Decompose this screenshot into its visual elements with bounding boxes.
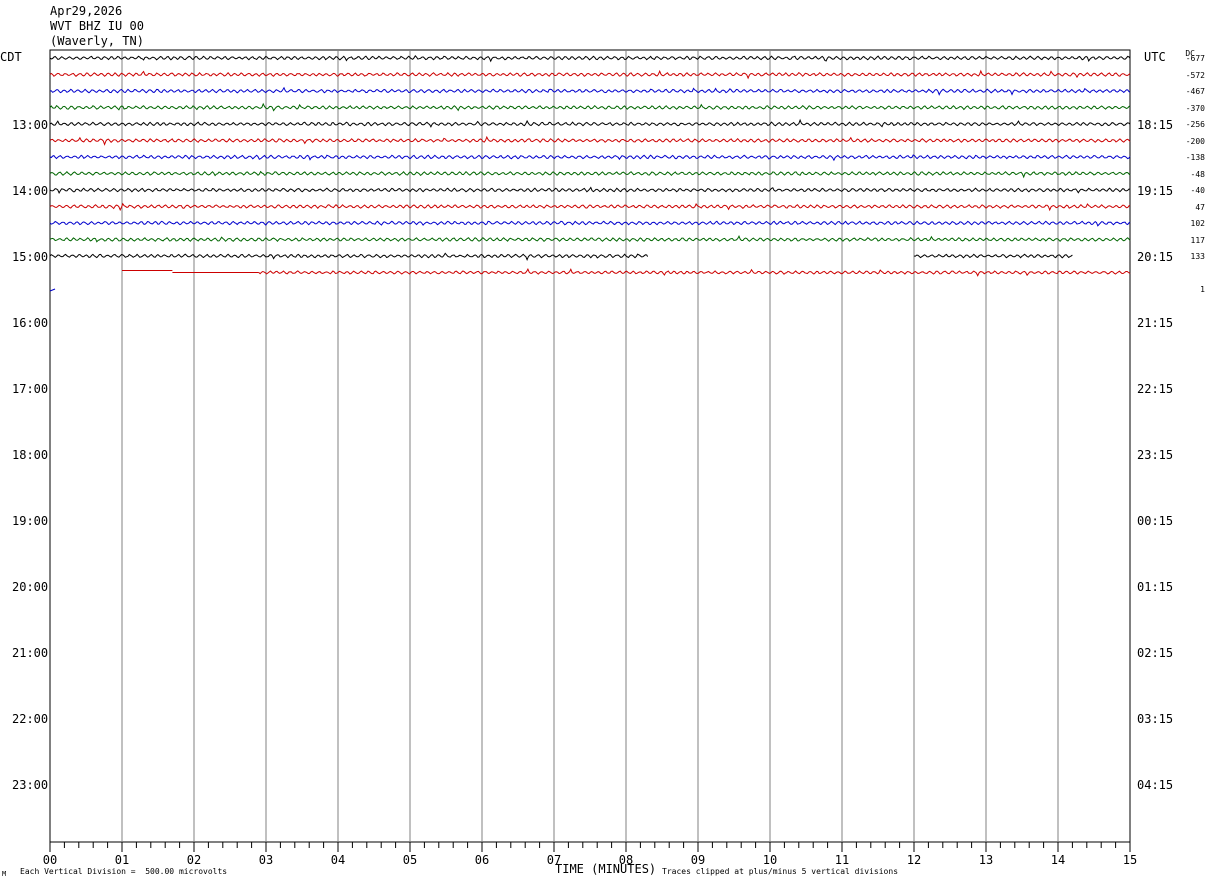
x-tick-label: 02 <box>186 853 202 867</box>
seismic-trace <box>49 135 1131 146</box>
x-tick-label: 15 <box>1122 853 1138 867</box>
x-axis-title: TIME (MINUTES) <box>555 862 657 876</box>
seismic-trace <box>258 267 1131 277</box>
x-tick-label: 05 <box>402 853 418 867</box>
seismic-trace <box>49 102 1131 112</box>
helicorder-plot <box>49 49 1131 852</box>
x-tick-label: 13 <box>978 853 994 867</box>
seismic-trace <box>49 69 1131 80</box>
x-tick-label: 06 <box>474 853 490 867</box>
seismic-trace <box>49 118 1131 128</box>
right-hour-label: 04:15 <box>1137 778 1174 792</box>
dc-offset-label: 102 <box>1190 219 1205 228</box>
x-tick-label: 11 <box>834 853 850 867</box>
right-hour-label: 00:15 <box>1137 514 1174 528</box>
dc-offset-label: -370 <box>1185 103 1205 113</box>
left-hour-label: 20:00 <box>12 580 49 594</box>
seismic-trace <box>49 54 1131 63</box>
dc-offset-label: 133 <box>1190 252 1205 261</box>
x-tick-label: 04 <box>330 853 346 867</box>
left-hour-label: 16:00 <box>12 316 49 330</box>
seismic-trace <box>49 154 1131 162</box>
x-tick-label: 03 <box>258 853 274 867</box>
dc-offset-label: -40 <box>1190 186 1205 195</box>
corner-mark: M <box>2 870 7 878</box>
right-hour-label: 22:15 <box>1137 382 1174 396</box>
dc-offset-label: 117 <box>1190 235 1205 245</box>
seismic-trace <box>49 170 1131 179</box>
seismic-trace <box>49 235 1131 243</box>
seismic-trace <box>49 186 1131 195</box>
seismic-trace <box>49 252 649 261</box>
left-hour-label: 17:00 <box>12 382 49 396</box>
left-hour-label: 18:00 <box>12 448 49 462</box>
dc-offset-label: -572 <box>1185 70 1205 80</box>
dc-offset-label: -677 <box>1185 54 1205 63</box>
left-hour-label: 23:00 <box>12 778 49 792</box>
x-tick-label: 10 <box>762 853 778 867</box>
left-hour-label: 19:00 <box>12 514 49 528</box>
left-hour-label: 13:00 <box>12 118 49 132</box>
dc-offset-label: -138 <box>1185 153 1205 162</box>
left-hour-label: 22:00 <box>12 712 49 726</box>
x-tick-label: 09 <box>690 853 706 867</box>
dc-offset-label: 1 <box>1200 285 1205 294</box>
dc-offset-label: 47 <box>1195 202 1205 212</box>
right-hour-label: 21:15 <box>1137 316 1174 330</box>
seismic-trace <box>49 202 1131 212</box>
dc-offset-label: -200 <box>1185 136 1205 146</box>
left-hour-label: 14:00 <box>12 184 49 198</box>
vertical-division-note: Each Vertical Division = 500.00 microvol… <box>20 867 228 876</box>
right-hour-label: 01:15 <box>1137 580 1174 594</box>
right-hour-label: 23:15 <box>1137 448 1174 462</box>
seismic-trace <box>49 86 1131 96</box>
seismic-trace <box>49 220 1131 227</box>
plot-frame <box>49 49 1131 843</box>
clip-note: Traces clipped at plus/minus 5 vertical … <box>662 867 899 876</box>
x-tick-label: 00 <box>42 853 58 867</box>
right-hour-label: 03:15 <box>1137 712 1174 726</box>
x-tick-label: 01 <box>114 853 130 867</box>
dc-offset-label: -467 <box>1185 87 1205 96</box>
seismic-trace <box>913 253 1073 259</box>
dc-offset-label: -256 <box>1185 120 1205 129</box>
x-tick-label: 14 <box>1050 853 1066 867</box>
dc-offset-label: -48 <box>1190 169 1205 179</box>
x-tick-label: 12 <box>906 853 922 867</box>
right-hour-label: 02:15 <box>1137 646 1174 660</box>
left-hour-label: 15:00 <box>12 250 49 264</box>
seismic-trace <box>49 288 56 292</box>
left-hour-label: 21:00 <box>12 646 49 660</box>
